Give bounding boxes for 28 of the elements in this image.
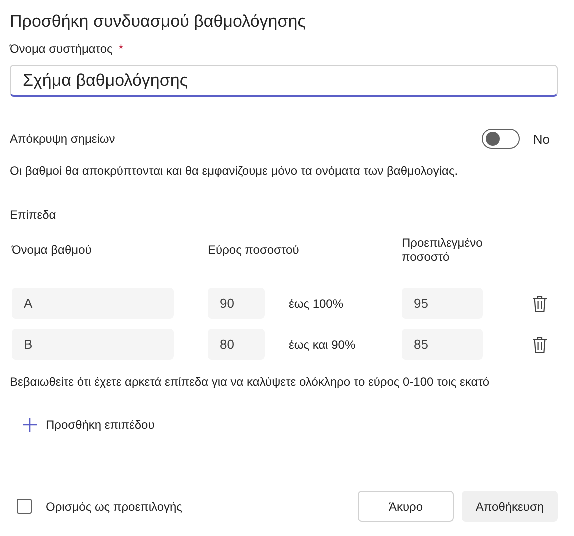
column-header: Προεπιλεγμένο ποσοστό xyxy=(402,236,484,264)
range-min-field[interactable]: 80 xyxy=(208,329,265,360)
toggle-state: No xyxy=(533,132,550,146)
delete-icon[interactable] xyxy=(532,294,548,312)
name-input[interactable]: Σχήμα βαθμολόγησης xyxy=(10,65,558,97)
toggle-label: Απόκρυψη σημείων xyxy=(10,132,116,146)
grade-name-field[interactable]: B xyxy=(12,329,174,360)
default-percent-field[interactable]: 95 xyxy=(402,288,483,319)
column-header: Εύρος ποσοστού xyxy=(208,243,300,257)
default-percent-field[interactable]: 85 xyxy=(402,329,483,360)
section-heading: Επίπεδα xyxy=(10,208,58,222)
coverage-note: Βεβαιωθείτε ότι έχετε αρκετά επίπεδα για να καλύψετε ολόκληρο το εύρος 0-100 τοις εκατό xyxy=(10,375,491,389)
add-level-button[interactable]: Προσθήκη επιπέδου xyxy=(22,413,155,437)
field-label: Όνομα συστήματος xyxy=(10,42,113,56)
range-text: έως 100% xyxy=(289,296,344,310)
required-mark: * xyxy=(118,42,124,56)
checkbox-label: Ορισμός ως προεπιλογής xyxy=(46,500,182,514)
delete-icon[interactable] xyxy=(532,336,548,354)
hide-points-toggle[interactable] xyxy=(482,129,520,149)
default-checkbox[interactable] xyxy=(17,499,32,514)
grade-name-field[interactable]: A xyxy=(12,288,174,319)
description-text: Οι βαθμοί θα αποκρύπτονται και θα εμφανίζουμε μόνο τα ονόματα των βαθμολογίας. xyxy=(10,164,460,178)
range-text: έως και 90% xyxy=(289,338,356,352)
column-header: Όνομα βαθμού xyxy=(12,243,93,257)
dialog-title: Προσθήκη συνδυασμού βαθμολόγησης xyxy=(10,12,307,32)
cancel-button[interactable]: Άκυρο xyxy=(358,491,454,522)
plus-icon xyxy=(22,417,38,433)
range-min-field[interactable]: 90 xyxy=(208,288,265,319)
